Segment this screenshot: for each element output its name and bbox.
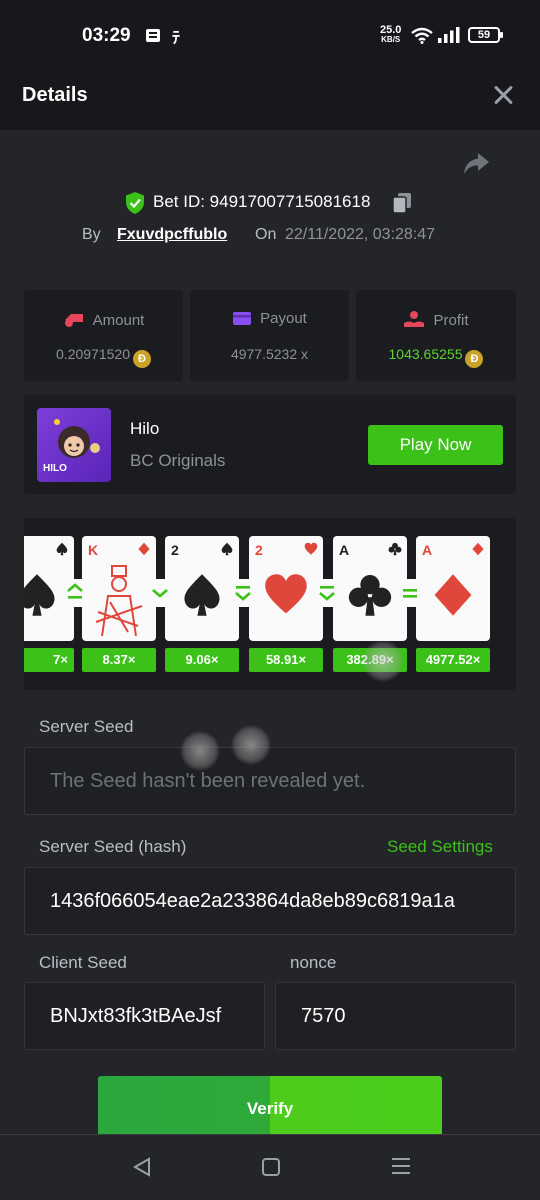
heart-icon (304, 542, 318, 555)
spade-icon (24, 574, 55, 616)
home-icon[interactable] (262, 1158, 280, 1176)
server-seed-label: Server Seed (39, 717, 134, 736)
diamond-icon (472, 542, 484, 556)
multiplier-badge: 8.37× (82, 648, 156, 672)
lower-arrow-icon (147, 579, 173, 607)
game-name: Hilo (130, 419, 160, 438)
diamond-icon (138, 542, 150, 556)
club-icon (348, 574, 392, 616)
details-header: Details (0, 72, 540, 130)
client-seed-field[interactable]: BNJxt83fk3tBAeJsf (24, 982, 265, 1050)
card-rank: 2 (255, 542, 263, 558)
bettor-username-link[interactable]: Fxuvdpcffublo (117, 226, 227, 244)
game-thumb-label: HILO (43, 463, 67, 474)
on-label: On (255, 226, 277, 243)
recents-icon[interactable] (392, 1158, 410, 1176)
multiplier-badge: 7× (24, 648, 74, 672)
amount-value: 0.20971520 (56, 346, 130, 362)
heart-icon (265, 574, 307, 614)
nonce-field[interactable]: 7570 (275, 982, 516, 1050)
profit-card: Profit 1043.65255 Ð (356, 290, 516, 381)
payout-card: Payout 4977.5232 x (190, 290, 349, 381)
seed-settings-link[interactable]: Seed Settings (387, 837, 493, 857)
amount-icon (64, 314, 83, 327)
battery-icon: 59 (468, 27, 503, 43)
server-seed-hash-field[interactable]: 1436f066054eae2a233864da8eb89c6819a1a (24, 867, 516, 935)
playing-card: A (416, 536, 490, 641)
wifi-icon (411, 27, 433, 44)
club-icon (388, 542, 402, 556)
network-speed: 25.0 KB/S (380, 24, 402, 45)
card-rank: A (339, 542, 350, 558)
server-seed-field[interactable]: The Seed hasn't been revealed yet. (24, 747, 516, 815)
amount-card: Amount 0.20971520 Ð (24, 290, 183, 381)
share-icon[interactable] (462, 152, 490, 176)
payout-label: Payout (260, 310, 307, 327)
coin-icon: Ð (132, 350, 151, 368)
game-thumbnail[interactable]: HILO (37, 408, 111, 482)
amount-label: Amount (92, 312, 145, 329)
wallet-icon (233, 312, 252, 325)
payout-value: 4977.5232 x (230, 346, 309, 362)
status-time: 03:29 (82, 25, 131, 46)
lower-equal-arrow-icon (230, 579, 256, 607)
bet-meta-row: By Fxuvdpcffublo On 22/11/2022, 03:28:47 (0, 224, 540, 248)
app-notification-icon: ﾃ (172, 30, 181, 47)
spade-icon (221, 542, 233, 556)
playing-card: 2 (249, 536, 323, 641)
verified-shield-icon (126, 192, 144, 214)
multiplier-badge: 9.06× (165, 648, 239, 672)
game-card: HILO Hilo BC Originals Play Now (24, 395, 516, 494)
spade-icon (184, 574, 220, 616)
lower-equal-arrow-icon (314, 579, 340, 607)
playing-card: A (333, 536, 407, 641)
page-title: Details (22, 84, 88, 106)
coin-icon: Ð (465, 350, 484, 368)
verify-button[interactable]: Verify (98, 1076, 442, 1136)
diamond-icon (434, 574, 472, 616)
profit-value: 1043.65255 (388, 346, 463, 362)
multiplier-badge: 4977.52× (416, 648, 490, 672)
touch-indicator (180, 731, 220, 771)
notification-icon (146, 29, 160, 42)
server-seed-hash-label: Server Seed (hash) (39, 837, 187, 856)
equal-icon (397, 579, 423, 607)
touch-indicator (231, 725, 271, 765)
bet-id-row: Bet ID: 94917007715081618 (0, 190, 540, 216)
card-rank: K (88, 542, 99, 558)
playing-card: 2 (165, 536, 239, 641)
nonce-label: nonce (290, 953, 337, 972)
king-figure-icon (95, 565, 143, 636)
status-bar: 03:29 ﾃ 25.0 KB/S 59 (0, 0, 540, 72)
bet-datetime: 22/11/2022, 03:28:47 (285, 226, 436, 243)
copy-icon[interactable] (392, 192, 412, 214)
card-rank: A (422, 542, 433, 558)
by-label: By (82, 226, 101, 243)
game-provider: BC Originals (130, 451, 226, 470)
bet-id: Bet ID: 94917007715081618 (153, 192, 371, 211)
higher-arrow-icon (62, 579, 88, 607)
hilo-cards-panel: K 2 2 A A 7× 8.37× 9.06× 58.91× 4977.52× (24, 518, 516, 690)
back-icon[interactable] (132, 1157, 152, 1177)
playing-card: K (82, 536, 156, 641)
card-rank: 2 (171, 542, 179, 558)
profit-label: Profit (433, 312, 469, 329)
system-nav-bar (0, 1134, 540, 1200)
play-now-button[interactable]: Play Now (368, 425, 503, 465)
profit-icon (404, 311, 425, 327)
touch-indicator (362, 640, 404, 682)
signal-icon (438, 27, 460, 43)
multiplier-badge: 58.91× (249, 648, 323, 672)
client-seed-label: Client Seed (39, 953, 127, 972)
close-icon[interactable] (492, 84, 514, 106)
spade-icon (56, 542, 68, 556)
